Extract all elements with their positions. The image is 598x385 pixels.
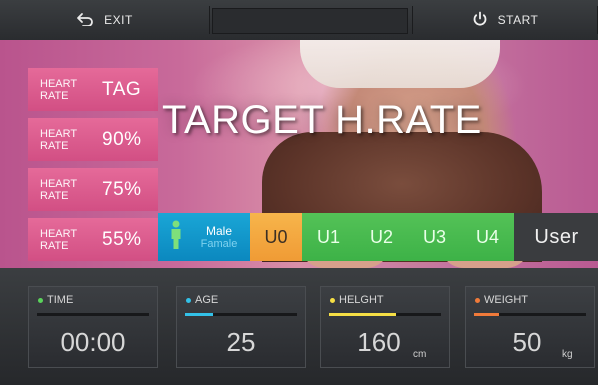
heart-rate-75-button[interactable]: HEART RATE 75% (28, 168, 158, 211)
exit-label: EXIT (104, 13, 133, 27)
heart-rate-tag-button[interactable]: HEART RATE TAG (28, 68, 158, 111)
stat-value: 50 (512, 327, 542, 357)
gender-labels: Male Famale (194, 224, 244, 250)
stat-unit: kg (562, 349, 573, 360)
gender-male-label: Male (205, 224, 232, 238)
progress-track (185, 313, 297, 316)
status-dot (38, 297, 43, 303)
heart-rate-90-button[interactable]: HEART RATE 90% (28, 118, 158, 161)
stat-unit: cm (413, 349, 427, 360)
stat-label-text: AGE (195, 294, 219, 306)
stats-panel: TIME 00:00 AGE 25 HELGHT 160 cm WEIGHT 5… (0, 268, 598, 385)
gender-toggle[interactable]: Male Famale (158, 213, 250, 261)
stat-label-text: HELGHT (339, 294, 384, 306)
start-button[interactable]: START (412, 6, 598, 34)
stat-card-age: AGE 25 (176, 286, 306, 368)
stat-label-text: WEIGHT (484, 294, 528, 306)
progress-fill (185, 313, 213, 316)
hero-panel: HEART RATE TAG HEART RATE 90% HEART RATE… (0, 40, 598, 268)
stat-label: TIME (38, 294, 73, 306)
user-u4-button[interactable]: U4 (461, 213, 514, 261)
heart-rate-label: HEART RATE (40, 177, 77, 202)
exit-button[interactable]: EXIT (0, 6, 210, 34)
progress-fill (329, 313, 397, 316)
person-icon (170, 220, 182, 255)
power-icon (472, 11, 498, 30)
user-button[interactable]: User (514, 213, 598, 261)
status-dot (186, 297, 191, 303)
progress-track (37, 313, 149, 316)
stat-label: AGE (186, 294, 218, 306)
user-u1-button[interactable]: U1 (302, 213, 355, 261)
status-dot (330, 297, 335, 303)
stat-card-time: TIME 00:00 (28, 286, 158, 368)
user-u0-button[interactable]: U0 (250, 213, 302, 261)
user-selector: Male Famale U0 U1 U2 U3 U4 User (158, 213, 598, 261)
heart-rate-value: 75% (102, 178, 142, 200)
page-title: TARGET H.RATE (162, 98, 482, 142)
stat-value: 25 (226, 327, 256, 357)
heart-rate-label: HEART RATE (40, 127, 77, 152)
stat-label-text: TIME (47, 294, 74, 306)
start-label: START (497, 13, 539, 27)
progress-track (329, 313, 441, 316)
stat-label: WEIGHT (475, 294, 528, 306)
heart-rate-value: TAG (102, 78, 142, 100)
heart-rate-label: HEART RATE (40, 77, 77, 102)
heart-rate-value: 90% (102, 128, 142, 150)
stat-card-weight: WEIGHT 50 kg (465, 286, 595, 368)
top-bar: EXIT START (0, 0, 598, 41)
back-arrow-icon (76, 12, 104, 29)
heart-rate-55-button[interactable]: HEART RATE 55% (28, 218, 158, 261)
progress-track (474, 313, 586, 316)
heart-rate-options: HEART RATE TAG HEART RATE 90% HEART RATE… (28, 68, 158, 268)
treadmill-screen: EXIT START HEART RATE TAG HEART RATE 90%… (0, 0, 598, 385)
stat-card-height: HELGHT 160 cm (320, 286, 450, 368)
stat-value: 00:00 (60, 327, 126, 357)
heart-rate-label: HEART RATE (40, 227, 77, 252)
user-u2-button[interactable]: U2 (355, 213, 408, 261)
stat-value: 160 (357, 327, 401, 357)
user-u3-button[interactable]: U3 (408, 213, 461, 261)
stat-label: HELGHT (330, 294, 384, 306)
status-slot (212, 8, 408, 34)
progress-fill (474, 313, 499, 316)
status-dot (475, 297, 480, 303)
heart-rate-value: 55% (102, 228, 142, 250)
photo-shirt (300, 40, 500, 88)
gender-female-label: Famale (200, 238, 238, 250)
